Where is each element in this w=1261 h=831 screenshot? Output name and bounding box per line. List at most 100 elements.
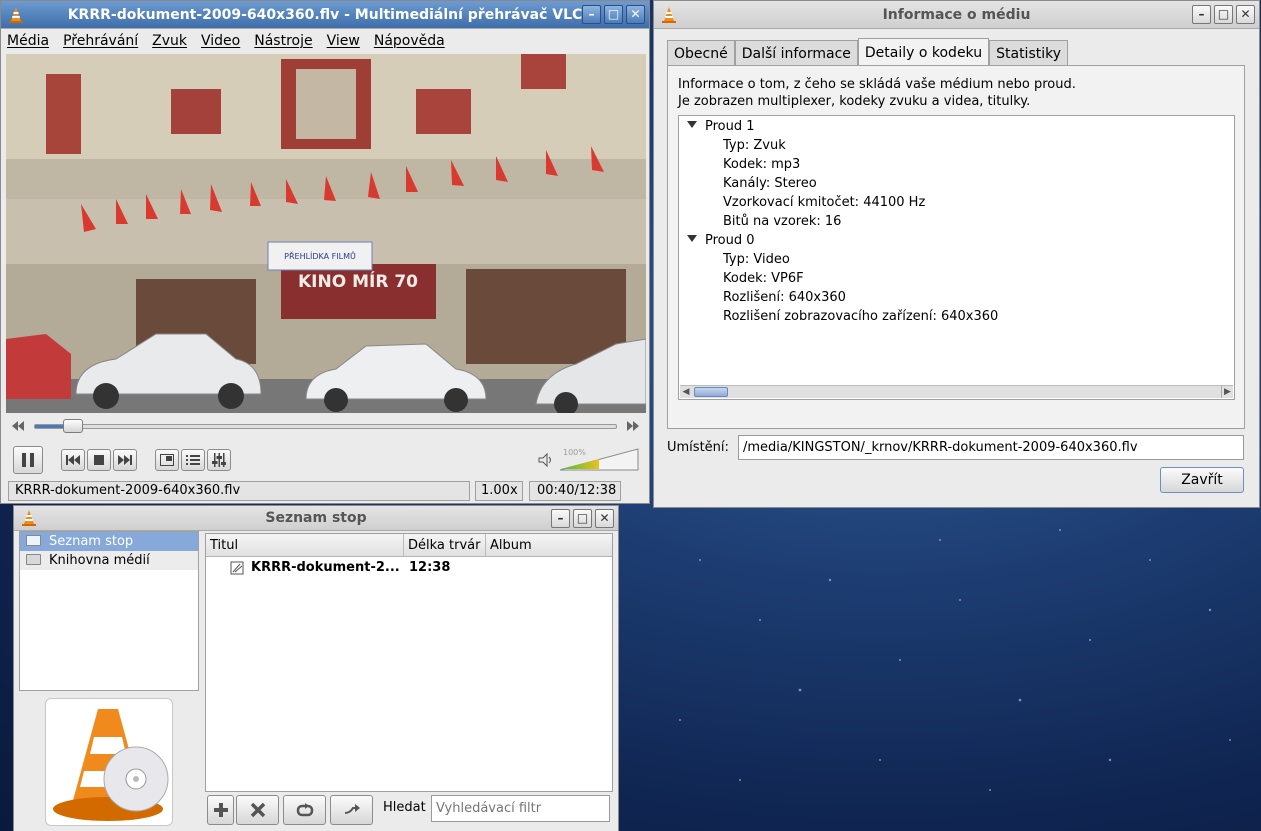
shuffle-icon xyxy=(344,804,360,814)
video-area[interactable]: PŘEHLÍDKA FILMŮ KINO MÍR 70 xyxy=(6,54,646,413)
menu-help[interactable]: Nápověda xyxy=(374,33,445,49)
tab-general[interactable]: Obecné xyxy=(667,40,735,66)
stop-icon xyxy=(94,455,104,465)
fast-forward-icon[interactable] xyxy=(626,420,640,432)
repeat-icon xyxy=(296,803,313,817)
minimize-button[interactable]: – xyxy=(551,509,570,528)
sidebar-item-label: Seznam stop xyxy=(49,534,134,549)
vlc-cone-artwork xyxy=(53,709,169,821)
expand-arrow-icon[interactable] xyxy=(687,121,697,128)
sidebar-item-label: Knihovna médií xyxy=(49,553,150,568)
banner-text: PŘEHLÍDKA FILMŮ xyxy=(284,250,356,261)
video-frame: PŘEHLÍDKA FILMŮ KINO MÍR 70 xyxy=(6,54,646,413)
tree-stream-0[interactable]: Proud 0 xyxy=(687,231,755,250)
add-button[interactable] xyxy=(207,795,234,825)
search-label: Hledat xyxy=(383,800,426,815)
previous-button[interactable] xyxy=(61,449,85,471)
description-line-1: Informace o tom, z čeho se skládá vaše m… xyxy=(678,77,1076,92)
maximize-button[interactable]: □ xyxy=(604,5,623,24)
window-title: Seznam stop xyxy=(265,510,367,526)
maximize-button[interactable]: □ xyxy=(573,509,592,528)
seek-handle[interactable] xyxy=(62,419,83,433)
description-line-2: Je zobrazen multiplexer, kodeky zvuku a … xyxy=(678,94,1031,109)
vlc-titlebar[interactable]: KRRR-dokument-2009-640x360.flv - Multime… xyxy=(1,1,649,29)
tree-prop: Bitů na vzorek: 16 xyxy=(723,214,842,229)
menu-media[interactable]: Média xyxy=(7,33,49,49)
codec-panel: Informace o tom, z čeho se skládá vaše m… xyxy=(667,65,1245,429)
rewind-icon[interactable] xyxy=(11,420,25,432)
expand-arrow-icon[interactable] xyxy=(687,235,697,242)
equalizer-icon xyxy=(212,453,226,467)
tree-stream-1[interactable]: Proud 1 xyxy=(687,117,755,136)
fullscreen-button[interactable] xyxy=(155,449,179,471)
close-button[interactable]: ✕ xyxy=(1236,5,1255,24)
shuffle-button[interactable] xyxy=(330,795,373,825)
info-tabs: Obecné Další informace Detaily o kodeku … xyxy=(667,38,1069,67)
playlist-button[interactable] xyxy=(181,449,205,471)
column-duration[interactable]: Délka trvár xyxy=(403,534,483,557)
volume-slider[interactable] xyxy=(559,447,639,471)
status-time[interactable]: 00:40/12:38 xyxy=(529,481,621,501)
sidebar-item-playlist[interactable]: Seznam stop xyxy=(20,532,198,551)
scroll-right-arrow[interactable]: ▶ xyxy=(1221,386,1233,398)
menu-video[interactable]: Video xyxy=(201,33,240,49)
status-filename: KRRR-dokument-2009-640x360.flv xyxy=(8,481,470,501)
location-field[interactable]: /media/KINGSTON/_krnov/KRRR-dokument-200… xyxy=(738,435,1244,460)
maximize-button[interactable]: □ xyxy=(1214,5,1233,24)
tab-statistics[interactable]: Statistiky xyxy=(989,40,1069,66)
menu-view[interactable]: View xyxy=(327,33,360,49)
codec-tree[interactable]: Proud 1 Typ: Zvuk Kodek: mp3 Kanály: Ste… xyxy=(678,115,1235,400)
table-row[interactable]: KRRR-dokument-2... 12:38 xyxy=(206,557,612,579)
menubar: Média Přehrávání Zvuk Video Nástroje Vie… xyxy=(1,29,649,53)
tree-prop: Rozlišení zobrazovacího zařízení: 640x36… xyxy=(723,309,999,324)
stop-button[interactable] xyxy=(87,449,111,471)
column-album[interactable]: Album xyxy=(485,534,532,557)
playlist-titlebar[interactable]: Seznam stop – □ ✕ xyxy=(14,506,618,531)
next-icon xyxy=(118,455,132,465)
tree-prop: Vzorkovací kmitočet: 44100 Hz xyxy=(723,195,926,210)
stream-label: Proud 1 xyxy=(705,119,755,134)
remove-button[interactable] xyxy=(236,795,279,825)
fullscreen-icon xyxy=(160,454,174,466)
stream-label: Proud 0 xyxy=(705,233,755,248)
playlist-table: Titul Délka trvár Album KRRR-dokument-2.… xyxy=(205,533,613,792)
seek-progress-fill xyxy=(35,425,66,428)
seek-bar[interactable] xyxy=(34,424,617,429)
folder-icon xyxy=(26,554,41,565)
scroll-left-arrow[interactable]: ◀ xyxy=(680,386,692,398)
location-label: Umístění: xyxy=(667,440,729,455)
info-titlebar[interactable]: Informace o médiu – □ ✕ xyxy=(654,1,1259,29)
pause-button[interactable] xyxy=(13,446,43,474)
close-button[interactable]: ✕ xyxy=(626,5,645,24)
minimize-button[interactable]: – xyxy=(1192,5,1211,24)
menu-tools[interactable]: Nástroje xyxy=(254,33,312,49)
status-speed[interactable]: 1.00x xyxy=(475,481,523,501)
column-title[interactable]: Titul xyxy=(210,534,238,557)
playlist-sidebar: Seznam stop Knihovna médií xyxy=(19,531,199,691)
scroll-thumb[interactable] xyxy=(694,387,728,397)
close-button[interactable]: ✕ xyxy=(595,509,614,528)
extended-settings-button[interactable] xyxy=(207,449,231,471)
menu-playback[interactable]: Přehrávání xyxy=(63,33,138,49)
tree-prop: Typ: Zvuk xyxy=(723,138,786,153)
speaker-icon[interactable] xyxy=(538,453,554,467)
row-title: KRRR-dokument-2... xyxy=(251,560,400,575)
minimize-button[interactable]: – xyxy=(582,5,601,24)
playlist-icon xyxy=(186,455,200,465)
panel-description: Informace o tom, z čeho se skládá vaše m… xyxy=(678,76,1076,110)
vlc-cone-icon xyxy=(9,7,23,23)
window-title: KRRR-dokument-2009-640x360.flv - Multime… xyxy=(67,6,583,23)
table-header: Titul Délka trvár Album xyxy=(206,534,612,557)
vlc-cone-icon xyxy=(22,510,36,526)
repeat-button[interactable] xyxy=(283,795,326,825)
tree-prop: Rozlišení: 640x360 xyxy=(723,290,846,305)
menu-audio[interactable]: Zvuk xyxy=(152,33,187,49)
previous-icon xyxy=(66,455,80,465)
tab-more-info[interactable]: Další informace xyxy=(734,40,858,66)
tab-codec-details[interactable]: Detaily o kodeku xyxy=(857,38,990,67)
search-input[interactable] xyxy=(431,795,610,822)
sidebar-item-library[interactable]: Knihovna médií xyxy=(20,551,198,570)
next-button[interactable] xyxy=(113,449,137,471)
horizontal-scrollbar[interactable]: ◀ ▶ xyxy=(680,385,1233,398)
close-info-button[interactable]: Zavřít xyxy=(1160,467,1244,493)
